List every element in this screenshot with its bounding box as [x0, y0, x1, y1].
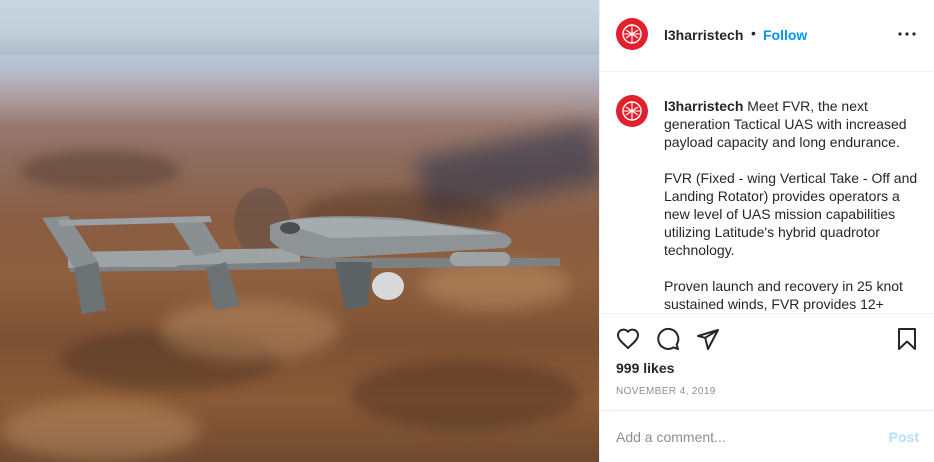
comment-input[interactable] — [616, 427, 866, 447]
more-horizontal-icon[interactable] — [895, 22, 919, 46]
post-comment-button[interactable]: Post — [889, 429, 919, 445]
paper-plane-icon[interactable] — [696, 327, 720, 351]
l3harris-logo-icon — [622, 101, 642, 121]
l3harris-logo-icon — [622, 24, 642, 44]
caption-avatar[interactable] — [616, 95, 648, 127]
separator-dot: • — [751, 25, 756, 41]
caption-paragraph: Proven launch and recovery in 25 knot su… — [664, 278, 903, 312]
caption-paragraph: l3harristech Meet FVR, the next generati… — [664, 97, 922, 151]
comment-bar: Post — [600, 410, 934, 462]
username[interactable]: l3harristech — [664, 27, 743, 43]
post-actions: 999 likes NOVEMBER 4, 2019 Post — [600, 313, 934, 462]
heart-icon[interactable] — [616, 327, 640, 351]
avatar[interactable] — [616, 18, 648, 50]
instagram-post: l3harristech • Follow l3harristech Meet … — [0, 0, 934, 462]
comment-icon[interactable] — [656, 327, 680, 351]
caption-username[interactable]: l3harristech — [664, 98, 743, 114]
caption-text: l3harristech Meet FVR, the next generati… — [664, 97, 922, 313]
follow-button[interactable]: Follow — [763, 27, 807, 43]
post-date[interactable]: NOVEMBER 4, 2019 — [616, 386, 716, 397]
bookmark-icon[interactable] — [895, 327, 919, 351]
post-photo[interactable] — [0, 0, 599, 462]
post-header: l3harristech • Follow — [600, 0, 934, 72]
post-details-panel: l3harristech • Follow l3harristech Meet … — [599, 0, 934, 462]
caption-area: l3harristech Meet FVR, the next generati… — [600, 73, 934, 313]
likes-count[interactable]: 999 likes — [616, 360, 674, 376]
caption-paragraph: FVR (Fixed - wing Vertical Take - Off an… — [664, 170, 918, 258]
drone-illustration — [42, 188, 560, 314]
